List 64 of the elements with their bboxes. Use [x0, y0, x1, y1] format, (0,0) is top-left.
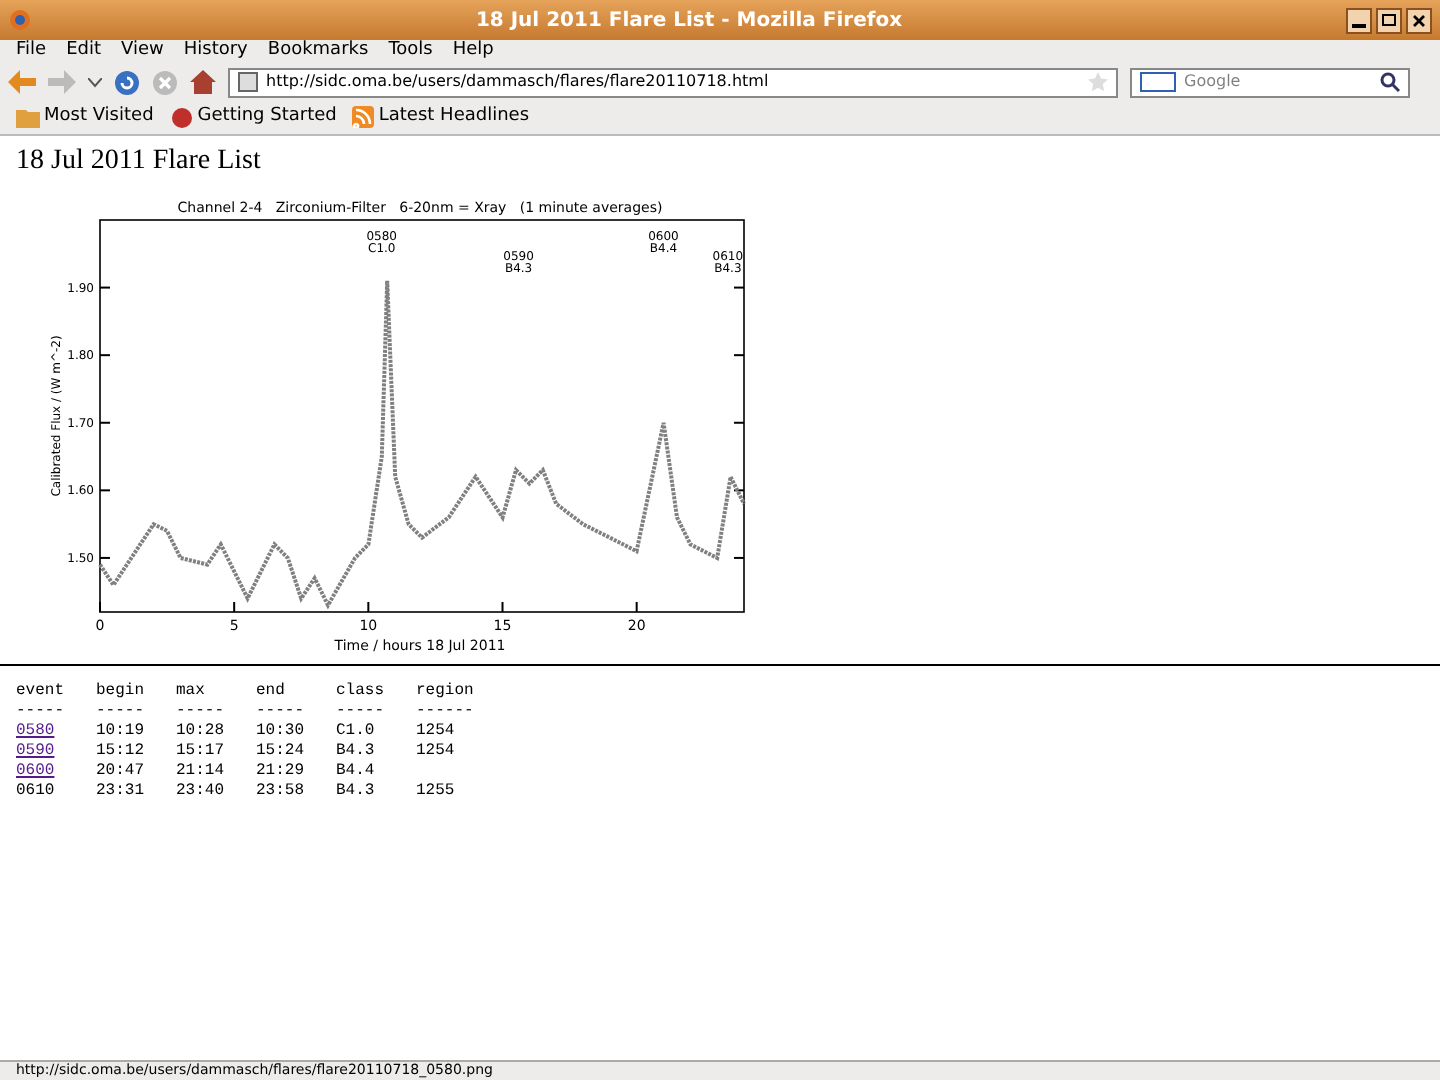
dash-rule: -----: [256, 702, 307, 722]
table-cell-text: 1254: [416, 722, 457, 742]
bookmark-item[interactable]: Most Visited: [16, 103, 154, 131]
table-cell-text: 15:12: [96, 742, 147, 762]
column-header: event: [16, 682, 67, 702]
table-cell-text: 10:19: [96, 722, 147, 742]
search-box[interactable]: Google: [1130, 67, 1410, 97]
table-cell: 0610: [16, 782, 55, 802]
event-link[interactable]: 0600: [16, 762, 55, 782]
column-header: max: [176, 682, 207, 702]
reload-icon[interactable]: [114, 69, 140, 95]
menu-item[interactable]: File: [16, 38, 47, 66]
menu-item[interactable]: Help: [452, 38, 494, 66]
table-cell-text: 1254: [416, 742, 457, 762]
table-cell-text: 21:29: [256, 762, 307, 782]
column-header: class: [336, 682, 387, 702]
event-link[interactable]: 0590: [16, 742, 55, 762]
table-cell-text: B4.3: [336, 742, 377, 762]
table-cell-text: B4.4: [336, 762, 377, 782]
menu-item[interactable]: View: [121, 38, 164, 66]
table-cell-text: 15:17: [176, 742, 227, 762]
dash-rule: -----: [96, 702, 147, 722]
close-icon: [1412, 13, 1426, 27]
table-cell-text: 1255: [416, 782, 457, 802]
window-title: 18 Jul 2011 Flare List - Mozilla Firefox: [473, 7, 905, 35]
address-field[interactable]: http://sidc.oma.be/users/dammasch/flares/flare20110718.html: [228, 67, 1118, 97]
dash-rule: -----: [176, 702, 227, 722]
dropdown-icon[interactable]: [88, 77, 102, 87]
search-icon[interactable]: [1380, 72, 1400, 92]
search-engine-icon[interactable]: [1140, 72, 1176, 92]
home-icon[interactable]: [190, 70, 216, 94]
table-cell-text: 23:31: [96, 782, 147, 802]
dash-rule: -----: [336, 702, 387, 722]
folder-icon: [16, 107, 40, 127]
table-cell-text: 21:14: [176, 762, 227, 782]
table-cell-text: 23:40: [176, 782, 227, 802]
menu-item[interactable]: Bookmarks: [267, 38, 369, 66]
table-cell-text: 15:24: [256, 742, 307, 762]
maximize-button[interactable]: [1376, 7, 1402, 33]
bookmark-item[interactable]: Latest Headlines: [352, 103, 530, 131]
dash-rule: ------: [416, 702, 476, 722]
table-cell-text: 23:58: [256, 782, 307, 802]
table-cell-text: C1.0: [336, 722, 377, 742]
page-icon: [238, 72, 258, 92]
column-header: end: [256, 682, 287, 702]
table-cell-text: B4.3: [336, 782, 377, 802]
table-cell-text: 20:47: [96, 762, 147, 782]
column-header: begin: [96, 682, 147, 702]
feed-icon: [352, 106, 375, 128]
firefox-icon: [8, 8, 32, 32]
event-link[interactable]: 0580: [16, 722, 55, 742]
menu-item[interactable]: History: [183, 38, 248, 66]
search-field[interactable]: Google: [1184, 70, 1372, 94]
menu-item[interactable]: Edit: [66, 38, 101, 66]
menu-item[interactable]: Tools: [388, 38, 433, 66]
page-heading: 18 Jul 2011 Flare List: [16, 144, 263, 180]
table-cell-text: 10:30: [256, 722, 307, 742]
minimize-button[interactable]: [1346, 7, 1372, 33]
bookmark-item[interactable]: Getting Started: [169, 103, 337, 131]
dash-rule: -----: [16, 702, 67, 722]
close-button[interactable]: [1406, 7, 1432, 33]
column-header: region: [416, 682, 476, 702]
table-cell-text: 10:28: [176, 722, 227, 742]
star-icon[interactable]: [1088, 72, 1108, 92]
